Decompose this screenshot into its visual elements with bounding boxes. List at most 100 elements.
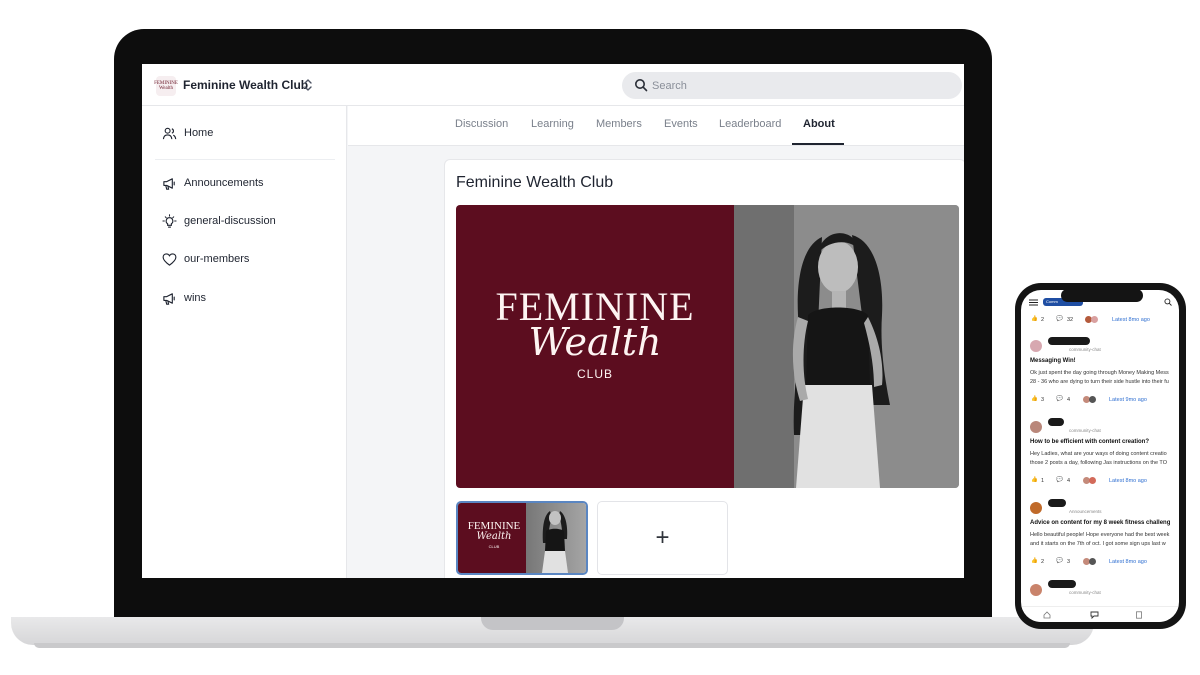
post-comments: 4 <box>1067 397 1071 403</box>
avatar[interactable] <box>1030 340 1042 352</box>
like-icon[interactable]: 👍 <box>1031 316 1038 322</box>
thumb-logo-line-2: Wealth <box>476 531 512 542</box>
laptop-base-shadow <box>34 643 1070 648</box>
chat-icon[interactable] <box>1090 610 1099 619</box>
sidebar: Home Announcements general-discussion ou… <box>142 106 347 578</box>
sidebar-item-label: Announcements <box>184 177 264 189</box>
lightbulb-icon <box>162 213 177 228</box>
thumbnail-portrait <box>542 511 568 573</box>
post-comments: 4 <box>1067 478 1071 484</box>
sidebar-item-wins[interactable]: wins <box>162 287 206 309</box>
active-tab-indicator <box>792 143 844 145</box>
like-icon[interactable]: 👍 <box>1031 558 1038 564</box>
post-excerpt: Hello beautiful people! Hope everyone ha… <box>1030 532 1170 538</box>
search-bar[interactable] <box>622 72 962 99</box>
tab-events[interactable]: Events <box>664 118 698 130</box>
portrait-photo <box>734 205 959 488</box>
redacted-author <box>1048 580 1076 588</box>
avatar[interactable] <box>1030 421 1042 433</box>
cover-image[interactable]: FEMININE Wealth CLUB <box>456 205 959 488</box>
users-icon <box>162 127 177 139</box>
sidebar-item-label: Home <box>184 127 214 139</box>
post-title[interactable]: How to be efficient with content creatio… <box>1030 439 1149 445</box>
sidebar-item-announcements[interactable]: Announcements <box>162 172 264 194</box>
phone-screen: Comm 👍 2 💬 32 Latest 8mo ago community-c… <box>1021 290 1179 622</box>
tab-learning[interactable]: Learning <box>531 118 574 130</box>
home-icon[interactable] <box>1043 611 1051 619</box>
latest-activity[interactable]: Latest 9mo ago <box>1109 397 1147 403</box>
post-title[interactable]: Messaging Win! <box>1030 358 1076 364</box>
sidebar-item-general-discussion[interactable]: general-discussion <box>162 210 276 232</box>
thumbnail-photo <box>526 503 586 573</box>
comment-icon: 💬 <box>1056 316 1063 322</box>
post-category[interactable]: community-chat <box>1069 428 1101 433</box>
device-mockup-stage: FEMININE Wealth Feminine Wealth Club Sea… <box>0 0 1200 675</box>
about-card: Feminine Wealth Club FEMININE Wealth CLU… <box>444 159 964 578</box>
club-logo[interactable]: FEMININE Wealth <box>154 76 178 96</box>
sidebar-item-label: general-discussion <box>184 215 276 227</box>
tab-about[interactable]: About <box>803 118 835 130</box>
megaphone-icon <box>163 177 175 190</box>
sidebar-divider <box>155 159 335 160</box>
post-excerpt: Ok just spent the day going through Mone… <box>1030 370 1169 376</box>
cover-thumbnail-selected[interactable]: FEMININE Wealth CLUB <box>456 501 588 575</box>
add-cover-button[interactable]: + <box>597 501 728 575</box>
sidebar-item-our-members[interactable]: our-members <box>162 248 249 270</box>
like-icon[interactable]: 👍 <box>1031 477 1038 483</box>
logo-line-3: CLUB <box>576 367 613 381</box>
avatar <box>1089 558 1096 565</box>
thumbnail-brand-panel: FEMININE Wealth CLUB <box>458 503 526 573</box>
post-excerpt: 28 - 36 who are dying to turn their side… <box>1030 379 1169 385</box>
menu-icon[interactable] <box>1029 299 1038 306</box>
avatar[interactable] <box>1030 502 1042 514</box>
post-category[interactable]: Announcements <box>1069 509 1102 514</box>
post-likes: 2 <box>1041 317 1045 323</box>
post-excerpt: and it starts on the 7th of oct. I got s… <box>1030 541 1166 547</box>
redacted-author <box>1048 499 1066 507</box>
club-name[interactable]: Feminine Wealth Club <box>183 78 308 92</box>
redacted-author <box>1048 418 1064 426</box>
tab-bar: Discussion Learning Members Events Leade… <box>348 106 964 146</box>
avatar <box>1091 316 1098 323</box>
post-title[interactable]: Advice on content for my 8 week fitness … <box>1030 520 1170 526</box>
heart-icon <box>162 252 177 266</box>
avatar <box>1089 396 1096 403</box>
comment-icon: 💬 <box>1056 558 1063 564</box>
sidebar-item-home[interactable]: Home <box>162 122 213 144</box>
latest-activity[interactable]: Latest 8mo ago <box>1112 317 1150 323</box>
chevron-up-down-icon[interactable] <box>302 77 314 93</box>
post-excerpt: Hey Ladies, what are your ways of doing … <box>1030 451 1167 457</box>
post-comments: 3 <box>1067 559 1071 565</box>
top-bar: FEMININE Wealth Feminine Wealth Club <box>142 64 964 106</box>
avatar[interactable] <box>1030 584 1042 596</box>
comment-icon: 💬 <box>1056 396 1063 402</box>
cover-brand-panel: FEMININE Wealth CLUB <box>456 205 734 488</box>
comment-icon: 💬 <box>1056 477 1063 483</box>
post-likes: 3 <box>1041 397 1045 403</box>
sidebar-item-label: our-members <box>184 253 250 265</box>
about-title: Feminine Wealth Club <box>456 174 614 191</box>
phone-dynamic-island <box>1061 289 1143 302</box>
avatar <box>1089 477 1096 484</box>
brand-logo: FEMININE Wealth CLUB <box>456 287 734 382</box>
laptop-screen: FEMININE Wealth Feminine Wealth Club Sea… <box>142 64 964 578</box>
search-icon[interactable] <box>1164 298 1172 306</box>
megaphone-icon <box>163 292 175 305</box>
post-likes: 1 <box>1041 478 1045 484</box>
tab-members[interactable]: Members <box>596 118 642 130</box>
plus-icon: + <box>655 524 670 551</box>
tab-leaderboard[interactable]: Leaderboard <box>719 118 781 130</box>
book-icon[interactable] <box>1135 611 1143 619</box>
latest-activity[interactable]: Latest 8mo ago <box>1109 559 1147 565</box>
tab-discussion[interactable]: Discussion <box>455 118 508 130</box>
thumbnail-logo: FEMININE Wealth CLUB <box>458 521 530 550</box>
phone-bottom-nav <box>1021 606 1179 622</box>
like-icon[interactable]: 👍 <box>1031 396 1038 402</box>
latest-activity[interactable]: Latest 8mo ago <box>1109 478 1147 484</box>
post-category[interactable]: community-chat <box>1069 347 1101 352</box>
search-icon <box>635 79 648 92</box>
post-comments: 32 <box>1067 317 1074 323</box>
post-category[interactable]: community-chat <box>1069 590 1101 595</box>
redacted-author <box>1048 337 1090 345</box>
search-input[interactable] <box>652 77 952 94</box>
